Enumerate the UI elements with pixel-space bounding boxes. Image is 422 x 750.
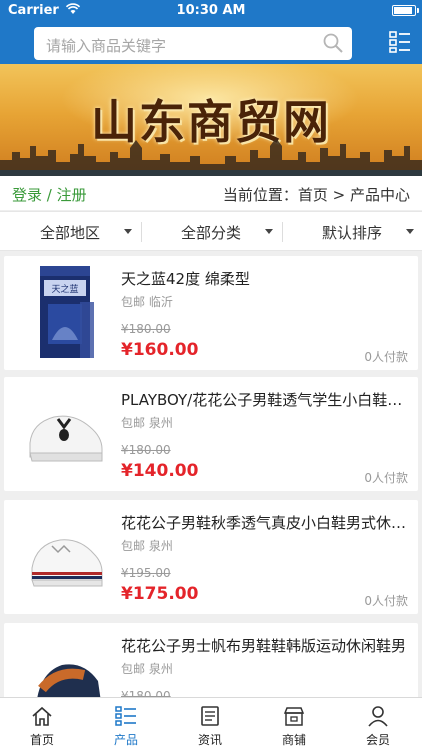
tab-label: 产品 bbox=[113, 733, 138, 747]
product-meta: 包邮 泉州 bbox=[121, 416, 173, 430]
original-price: ¥180.00 bbox=[121, 322, 171, 336]
battery-icon bbox=[392, 5, 419, 16]
sale-price: ¥160.00 bbox=[121, 340, 199, 360]
header-bar: Carrier 10:30 AM 请输入商品关键字 bbox=[0, 0, 422, 64]
product-card[interactable]: 花花公子男鞋秋季透气真皮小白鞋男式休闲板鞋 包邮 泉州 ¥195.00 ¥175… bbox=[4, 500, 418, 614]
product-image-white-striped-sneaker bbox=[31, 539, 103, 587]
product-name: 花花公子男士帆布男鞋鞋韩版运动休闲鞋男 bbox=[121, 637, 407, 655]
home-icon bbox=[32, 706, 52, 726]
product-meta: 包邮 临沂 bbox=[121, 295, 173, 309]
search-input[interactable]: 请输入商品关键字 bbox=[34, 27, 352, 60]
tab-label: 商铺 bbox=[281, 733, 306, 747]
filter-bar: 全部地区 全部分类 默认排序 bbox=[0, 211, 422, 251]
product-meta: 包邮 泉州 bbox=[121, 662, 173, 676]
user-icon bbox=[368, 706, 388, 727]
region-filter[interactable]: 全部地区 bbox=[0, 212, 140, 250]
product-image-liquor-bottle: 天之蓝 bbox=[40, 266, 94, 358]
tab-label: 资讯 bbox=[197, 733, 222, 747]
product-name: PLAYBOY/花花公子男鞋透气学生小白鞋男式休闲鞋 bbox=[121, 391, 411, 409]
region-filter-label: 全部地区 bbox=[40, 224, 101, 242]
original-price: ¥195.00 bbox=[121, 566, 171, 580]
sort-filter-label: 默认排序 bbox=[322, 224, 383, 242]
category-filter[interactable]: 全部分类 bbox=[141, 212, 281, 250]
product-card[interactable]: 天之蓝 天之蓝42度 绵柔型 包邮 临沂 ¥180.00 ¥160.00 0人付… bbox=[4, 256, 418, 370]
original-price: ¥180.00 bbox=[121, 443, 171, 457]
product-name: 天之蓝42度 绵柔型 bbox=[121, 270, 250, 288]
payment-count: 0人付款 bbox=[364, 594, 408, 608]
product-name: 花花公子男鞋秋季透气真皮小白鞋男式休闲板鞋 bbox=[121, 514, 411, 532]
dropdown-caret-icon bbox=[265, 229, 273, 234]
sale-price: ¥175.00 bbox=[121, 584, 199, 604]
status-bar: Carrier 10:30 AM bbox=[0, 0, 422, 22]
product-meta: 包邮 泉州 bbox=[121, 539, 173, 553]
payment-count: 0人付款 bbox=[364, 471, 408, 485]
login-register-link[interactable]: 登录 / 注册 bbox=[12, 184, 87, 205]
tab-news[interactable]: 资讯 bbox=[168, 698, 252, 750]
svg-text:天之蓝: 天之蓝 bbox=[51, 283, 78, 295]
city-skyline-image bbox=[0, 138, 422, 176]
product-card[interactable]: PLAYBOY/花花公子男鞋透气学生小白鞋男式休闲鞋 包邮 泉州 ¥180.00… bbox=[4, 377, 418, 491]
sale-price: ¥140.00 bbox=[121, 461, 199, 481]
product-list-icon bbox=[115, 706, 136, 726]
search-placeholder: 请输入商品关键字 bbox=[46, 37, 167, 55]
payment-count: 0人付款 bbox=[364, 350, 408, 364]
clock: 10:30 AM bbox=[176, 3, 246, 18]
tab-member[interactable]: 会员 bbox=[336, 698, 420, 750]
tab-shops[interactable]: 商铺 bbox=[252, 698, 336, 750]
bottom-tab-bar: 首页 产品 资讯 商铺 会员 bbox=[0, 697, 422, 750]
product-image-white-sneaker bbox=[29, 415, 103, 462]
shop-icon bbox=[283, 707, 305, 726]
tab-products[interactable]: 产品 bbox=[84, 698, 168, 750]
tab-label: 会员 bbox=[365, 733, 390, 747]
dropdown-caret-icon bbox=[406, 229, 414, 234]
search-icon[interactable] bbox=[322, 32, 344, 54]
breadcrumb-bar: 登录 / 注册 当前位置：首页 > 产品中心 bbox=[0, 176, 422, 210]
category-filter-label: 全部分类 bbox=[181, 224, 242, 242]
site-banner: 山东商贸网 bbox=[0, 64, 422, 176]
breadcrumb: 当前位置：首页 > 产品中心 bbox=[222, 186, 410, 204]
category-menu-icon[interactable] bbox=[389, 31, 411, 53]
tab-label: 首页 bbox=[29, 733, 54, 747]
news-icon bbox=[201, 706, 219, 726]
dropdown-caret-icon bbox=[124, 229, 132, 234]
sort-filter[interactable]: 默认排序 bbox=[282, 212, 422, 250]
tab-home[interactable]: 首页 bbox=[0, 698, 84, 750]
